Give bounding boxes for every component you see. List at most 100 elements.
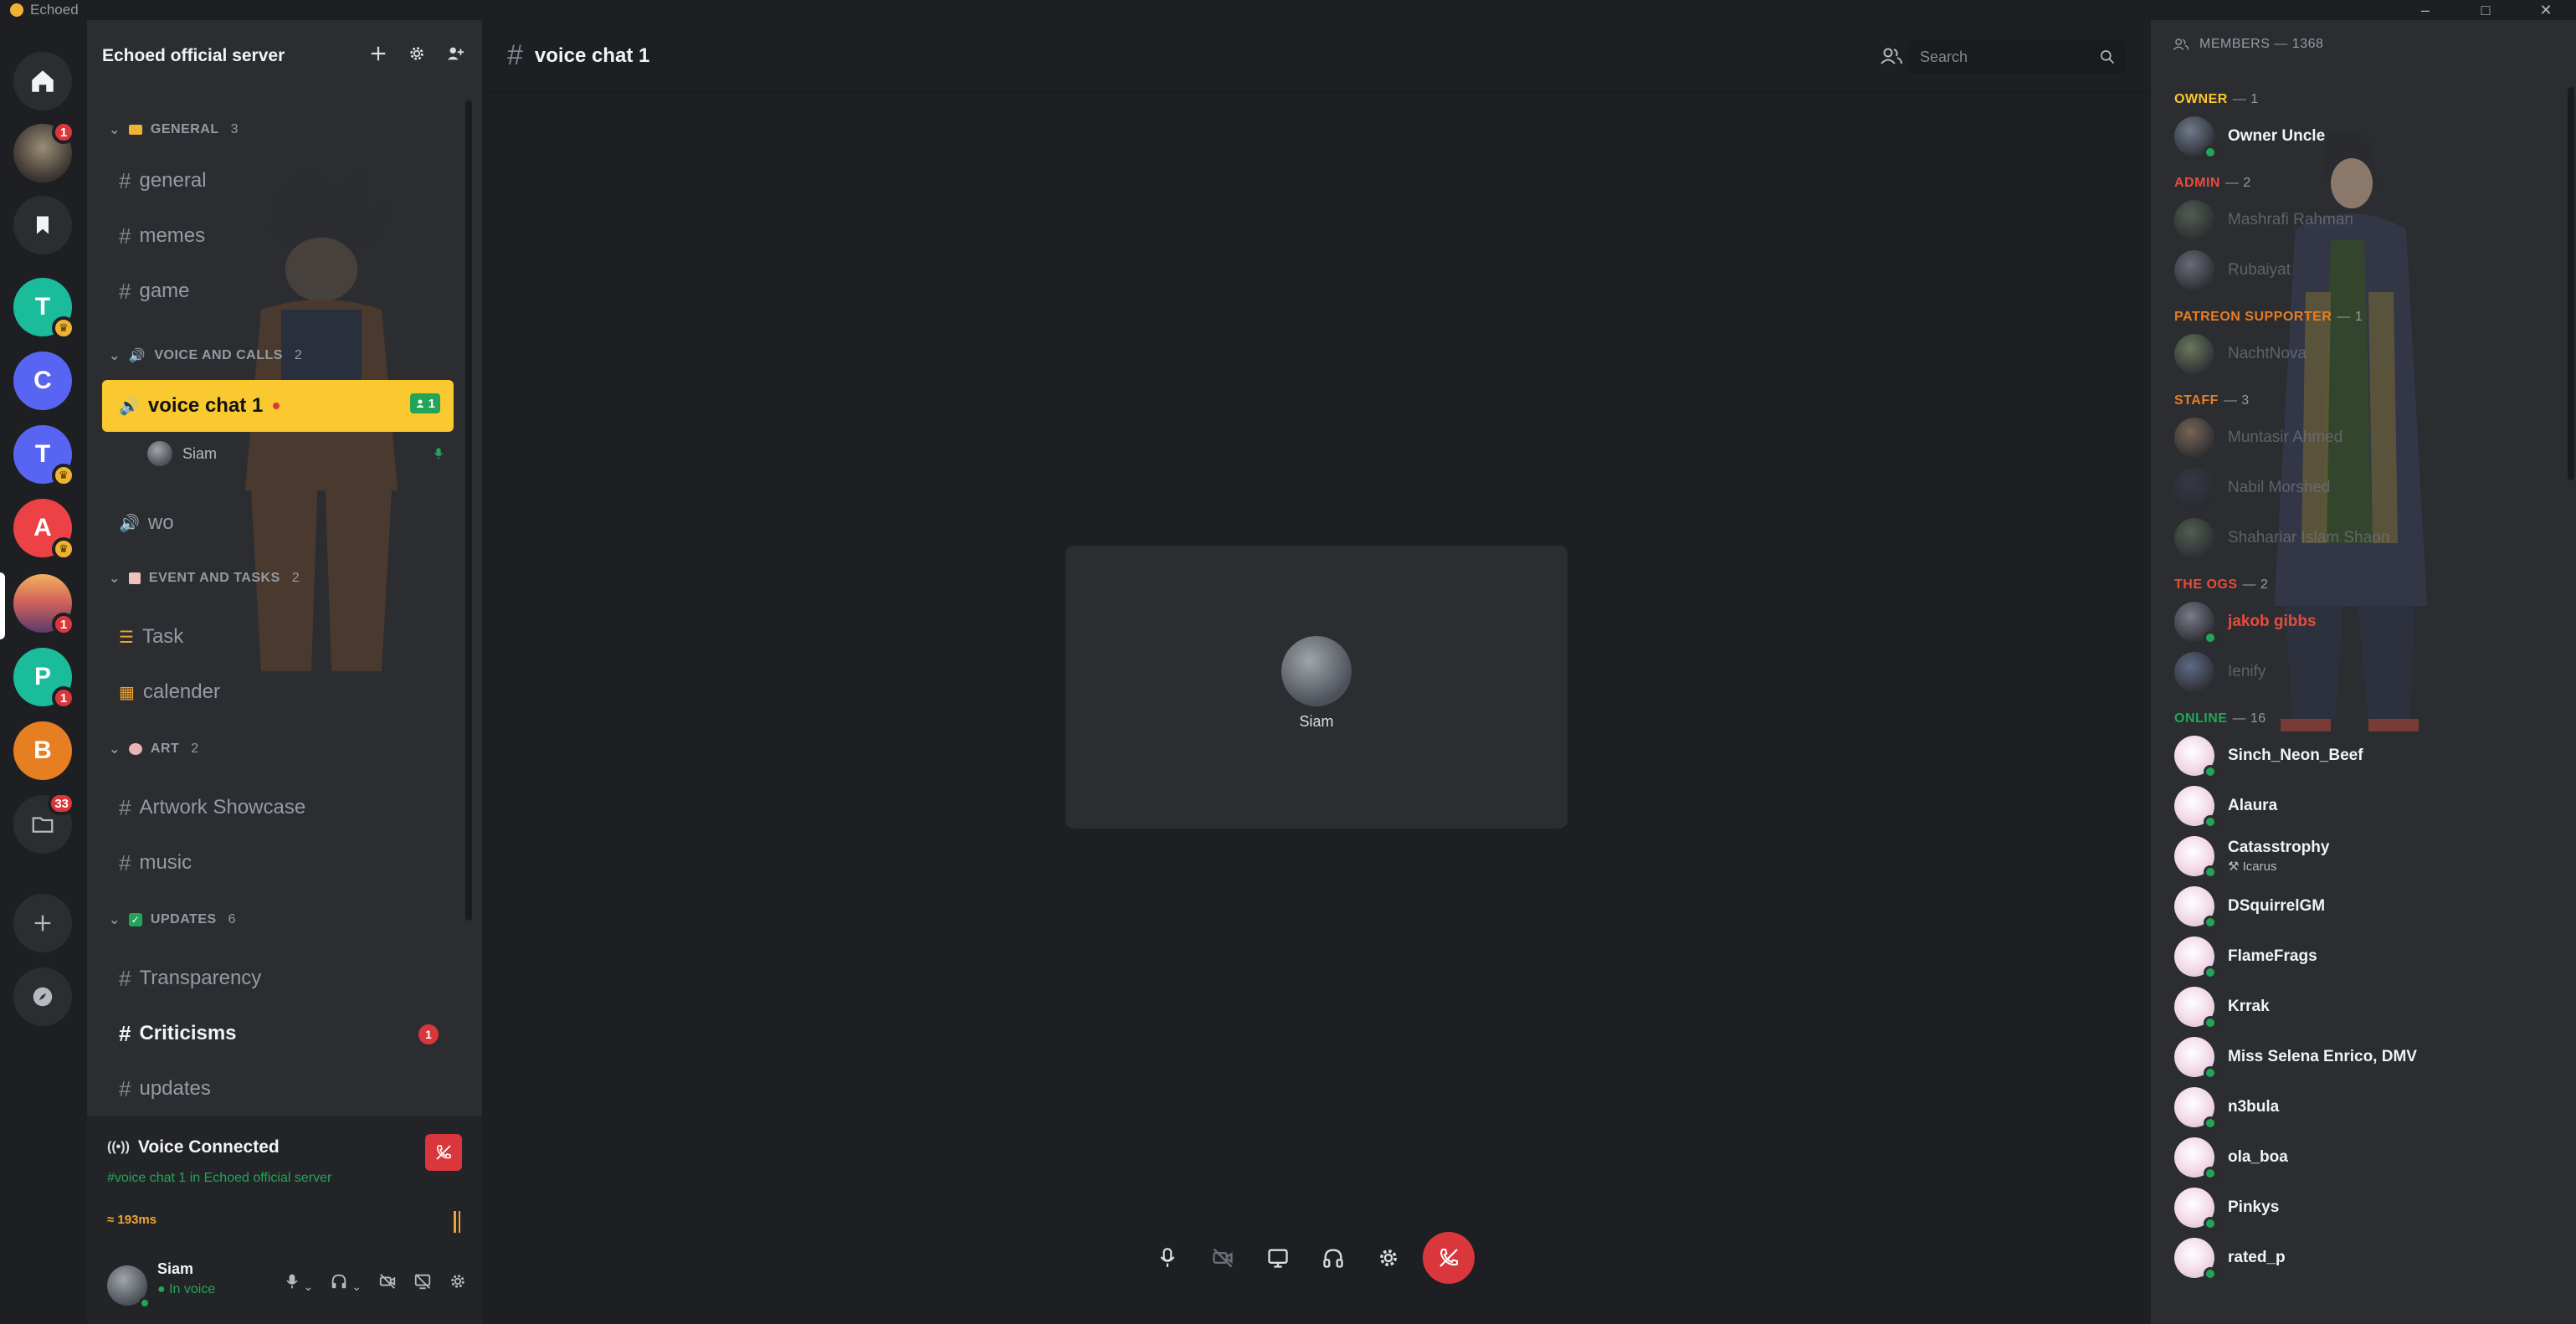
leave-call-button[interactable] <box>1423 1232 1475 1284</box>
create-channel-plus-icon[interactable] <box>368 44 388 64</box>
member-item[interactable]: Alaura <box>2174 783 2277 829</box>
server-b[interactable]: B <box>13 721 72 780</box>
member-name: Sinch_Neon_Beef <box>2228 747 2363 764</box>
role-name: OWNER <box>2174 92 2228 106</box>
headphones-toggle-icon[interactable]: ⌄ <box>330 1272 362 1295</box>
user-controls: ⌄ ⌄ <box>284 1272 467 1295</box>
compass-icon <box>33 987 53 1007</box>
voice-user-siam[interactable]: Siam <box>147 439 457 469</box>
member-item[interactable]: ola_boa <box>2174 1135 2288 1180</box>
server-header[interactable]: Echoed official server <box>87 20 482 92</box>
server-t-1[interactable]: T ♛ <box>13 278 75 340</box>
participant-avatar <box>1281 636 1352 706</box>
member-item[interactable]: Mashrafi Rahman <box>2174 198 2353 243</box>
member-item[interactable]: Pinkys <box>2174 1185 2279 1230</box>
members-header: MEMBERS — 1368 <box>2173 37 2323 52</box>
hash-icon: # <box>119 167 131 193</box>
member-item[interactable]: Nabil Morshed <box>2174 465 2331 511</box>
minimize-icon[interactable]: – <box>2395 0 2455 20</box>
invite-people-icon[interactable] <box>445 44 465 64</box>
add-server-button[interactable] <box>13 894 72 952</box>
channel-scrollbar[interactable] <box>465 100 472 921</box>
mic-toggle-icon[interactable]: ⌄ <box>284 1272 313 1295</box>
server-p[interactable]: P 1 <box>13 648 75 710</box>
member-item[interactable]: jakob gibbs <box>2174 599 2317 644</box>
channel-music[interactable]: # music <box>102 840 454 885</box>
disconnect-button[interactable] <box>425 1134 462 1171</box>
channel-task[interactable]: ☰ Task <box>102 614 454 659</box>
member-item[interactable]: NachtNova <box>2174 331 2307 377</box>
home-button[interactable] <box>13 52 72 110</box>
member-name: Nabil Morshed <box>2228 479 2331 496</box>
server-echoed[interactable]: 1 <box>13 574 75 636</box>
crown-icon: ♛ <box>52 464 75 487</box>
channel-voice-chat-1[interactable]: 🔊 voice chat 1 1 <box>102 380 454 432</box>
participant-tile[interactable]: Siam <box>1065 546 1568 829</box>
member-item[interactable]: Krrak <box>2174 984 2270 1029</box>
search-input[interactable]: Search <box>1908 40 2126 74</box>
channel-transparency[interactable]: # Transparency <box>102 956 454 1001</box>
server-settings-gear-icon[interactable] <box>407 44 427 64</box>
channel-updates[interactable]: # updates <box>102 1066 454 1111</box>
member-item[interactable]: Miss Selena Enrico, DMV <box>2174 1034 2417 1080</box>
server-letter: P <box>33 663 51 690</box>
channel-label: Artwork Showcase <box>139 796 306 819</box>
category-voice[interactable]: ⌄ 🔊 VOICE AND CALLS 2 <box>109 343 302 368</box>
member-name: FlameFrags <box>2228 947 2317 965</box>
member-item[interactable]: Muntasir Ahmed <box>2174 415 2343 460</box>
role-header: THE OGS — 2 <box>2174 577 2268 593</box>
call-settings-button[interactable] <box>1368 1237 1409 1279</box>
member-item[interactable]: rated_p <box>2174 1235 2286 1280</box>
bookmarks-button[interactable] <box>13 196 72 254</box>
member-item[interactable]: n3bula <box>2174 1085 2279 1130</box>
member-avatar <box>2174 1037 2217 1080</box>
deafen-button[interactable] <box>1312 1237 1354 1279</box>
channel-memes[interactable]: # memes <box>102 213 454 259</box>
screen-share-off-icon[interactable] <box>413 1272 432 1295</box>
folder-icon <box>32 817 54 833</box>
server-folder[interactable]: 33 <box>13 792 75 854</box>
member-item[interactable]: Shahariar Islam Shaon <box>2174 516 2389 561</box>
member-avatar <box>2174 116 2217 159</box>
channel-calender[interactable]: ▦ calender <box>102 670 454 715</box>
maximize-icon[interactable]: □ <box>2455 0 2516 20</box>
channel-general[interactable]: # general <box>102 158 454 203</box>
channel-criticisms[interactable]: # Criticisms 1 <box>102 1011 454 1056</box>
member-item[interactable]: Catasstrophy ⚒ Icarus <box>2174 834 2329 879</box>
category-general[interactable]: ⌄ GENERAL 3 <box>109 117 239 142</box>
category-updates[interactable]: ⌄ ✓ UPDATES 6 <box>109 907 236 932</box>
channel-label: updates <box>139 1077 211 1100</box>
camera-button[interactable] <box>1202 1237 1244 1279</box>
mic-button[interactable] <box>1147 1237 1188 1279</box>
member-item[interactable]: Owner Uncle <box>2174 114 2325 159</box>
category-art[interactable]: ⌄ ART 2 <box>109 736 199 762</box>
server-avatar-1[interactable]: 1 <box>13 121 75 182</box>
server-a[interactable]: A ♛ <box>13 499 75 561</box>
category-events[interactable]: ⌄ EVENT AND TASKS 2 <box>109 566 300 591</box>
server-t-2[interactable]: T ♛ <box>13 425 75 487</box>
member-item[interactable]: Sinch_Neon_Beef <box>2174 733 2363 778</box>
server-c[interactable]: C <box>13 352 72 410</box>
member-item[interactable]: Rubaiyat <box>2174 248 2291 293</box>
member-avatar <box>2174 200 2214 240</box>
member-item[interactable]: Ienify <box>2174 649 2266 695</box>
voice-channel-link[interactable]: #voice chat 1 in Echoed official server <box>107 1171 331 1186</box>
member-item[interactable]: DSquirrelGM <box>2174 884 2325 929</box>
channel-game[interactable]: # game <box>102 269 454 314</box>
channel-wo[interactable]: 🔊 wo <box>102 500 454 546</box>
member-scrollbar[interactable] <box>2568 87 2574 480</box>
member-list: MEMBERS — 1368 OWNER — 1 Owner Uncle ADMIN —… <box>2151 20 2576 1324</box>
camera-off-icon[interactable] <box>378 1272 397 1295</box>
member-item[interactable]: FlameFrags <box>2174 934 2317 979</box>
channel-artwork-showcase[interactable]: # Artwork Showcase <box>102 785 454 830</box>
role-count: — 1 <box>2232 92 2259 106</box>
user-settings-gear-icon[interactable] <box>449 1272 467 1295</box>
explore-button[interactable] <box>13 967 72 1026</box>
member-list-toggle-icon[interactable] <box>1880 45 1903 71</box>
member-avatar <box>2174 1137 2217 1180</box>
ping-readout[interactable]: ≈ 193ms <box>107 1213 157 1227</box>
screen-share-button[interactable] <box>1257 1237 1299 1279</box>
role-header: PATREON SUPPORTER — 1 <box>2174 310 2363 325</box>
folder-emoji-icon <box>128 125 142 135</box>
close-icon[interactable]: ✕ <box>2516 0 2576 20</box>
